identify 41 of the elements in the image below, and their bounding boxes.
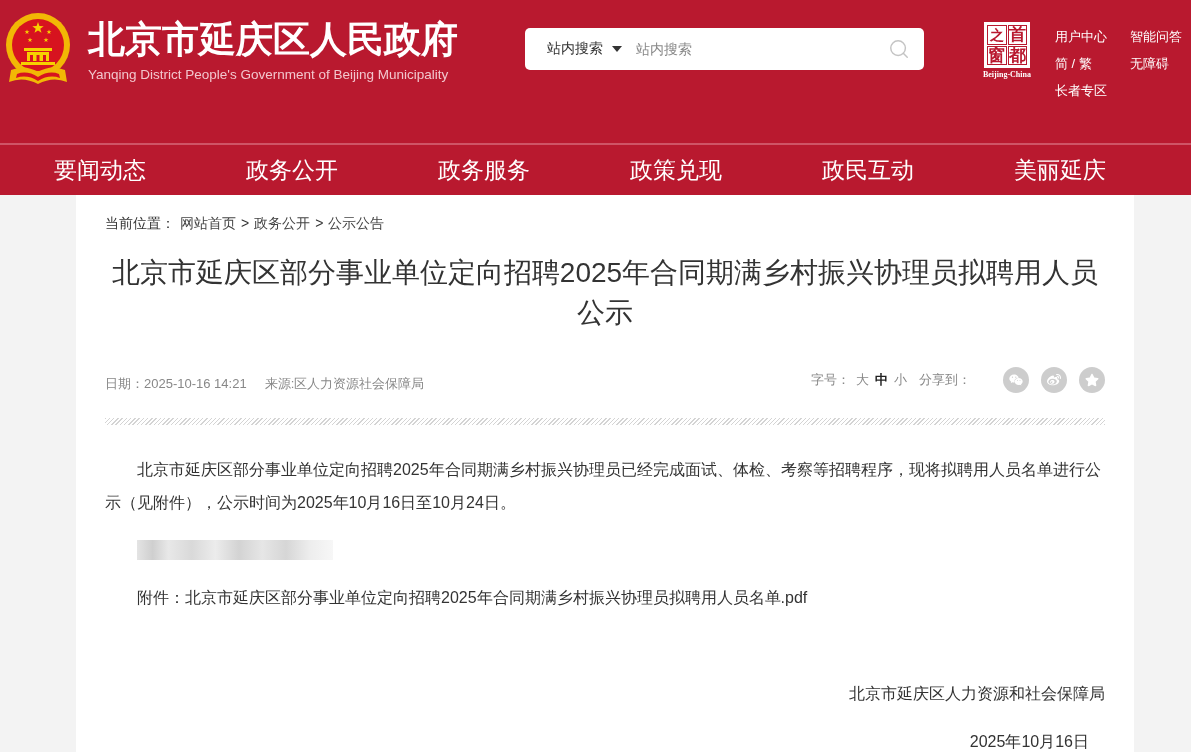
publish-date: 日期：2025-10-16 14:21	[105, 375, 247, 393]
attachment-label: 附件：	[137, 588, 185, 608]
emblem-icon	[5, 12, 71, 86]
signature: 北京市延庆区人力资源和社会保障局	[849, 685, 1105, 702]
font-size-option[interactable]: 大	[856, 371, 869, 389]
search-field[interactable]: 站内搜索	[636, 38, 888, 60]
font-size-option[interactable]: 中	[875, 371, 888, 389]
header-link[interactable]: 无障碍	[1130, 54, 1169, 81]
nav-item[interactable]: 政民互动	[822, 154, 914, 186]
share-label: 分享到：	[919, 371, 971, 389]
search-icon	[888, 38, 910, 60]
nav-item[interactable]: 要闻动态	[54, 154, 146, 186]
nav-item[interactable]: 政务服务	[438, 154, 530, 186]
breadcrumb-label: 当前位置：	[105, 214, 175, 233]
header-link[interactable]: 智能问答	[1130, 27, 1182, 54]
site-subtitle: Yanqing District People's Government of Beijing Municipality	[88, 67, 450, 83]
breadcrumb-separator: >	[315, 214, 324, 233]
weibo-icon[interactable]	[1041, 367, 1067, 393]
font-size-option[interactable]: 小	[894, 371, 907, 389]
caret-icon	[612, 46, 622, 52]
attachment-link[interactable]: 北京市延庆区部分事业单位定向招聘2025年合同期满乡村振兴协理员拟聘用人员名单.pdf	[185, 588, 808, 608]
header-link[interactable]: 长者专区	[1055, 81, 1107, 108]
article-source: 来源:区人力资源社会保障局	[264, 375, 425, 393]
header-link[interactable]: 简 / 繁	[1055, 54, 1092, 81]
header-link[interactable]: 用户中心	[1055, 27, 1107, 54]
nav-item[interactable]: 美丽延庆	[1014, 154, 1106, 186]
article-title: 北京市延庆区部分事业单位定向招聘2025年合同期满乡村振兴协理员拟聘用人员公示	[110, 256, 1100, 330]
search-scope-dropdown[interactable]: 站内搜索	[547, 40, 622, 58]
nav-item[interactable]: 政务公开	[246, 154, 338, 186]
breadcrumb-link[interactable]: 政务公开	[254, 213, 311, 233]
article-paragraph: 北京市延庆区部分事业单位定向招聘2025年合同期满乡村振兴协理员已经完成面试、体检、考察等招聘程序，现将拟聘用人员名单进行公示（见附件），公示时间为2025年10月16日至10月24日。	[105, 460, 1102, 513]
signed-date: 2025年10月16日	[969, 733, 1089, 750]
breadcrumb-separator: >	[241, 214, 250, 233]
font-size-label: 字号：	[811, 371, 850, 389]
search-box[interactable]: 站内搜索 站内搜索	[525, 28, 924, 70]
breadcrumb-link[interactable]: 网站首页	[180, 213, 236, 233]
search-button[interactable]	[888, 38, 910, 60]
site-title: 北京市延庆区人民政府	[88, 19, 459, 61]
nav-item[interactable]: 政策兑现	[630, 154, 722, 186]
wechat-icon[interactable]	[1003, 367, 1029, 393]
breadcrumb-link[interactable]: 公示公告	[328, 213, 385, 233]
